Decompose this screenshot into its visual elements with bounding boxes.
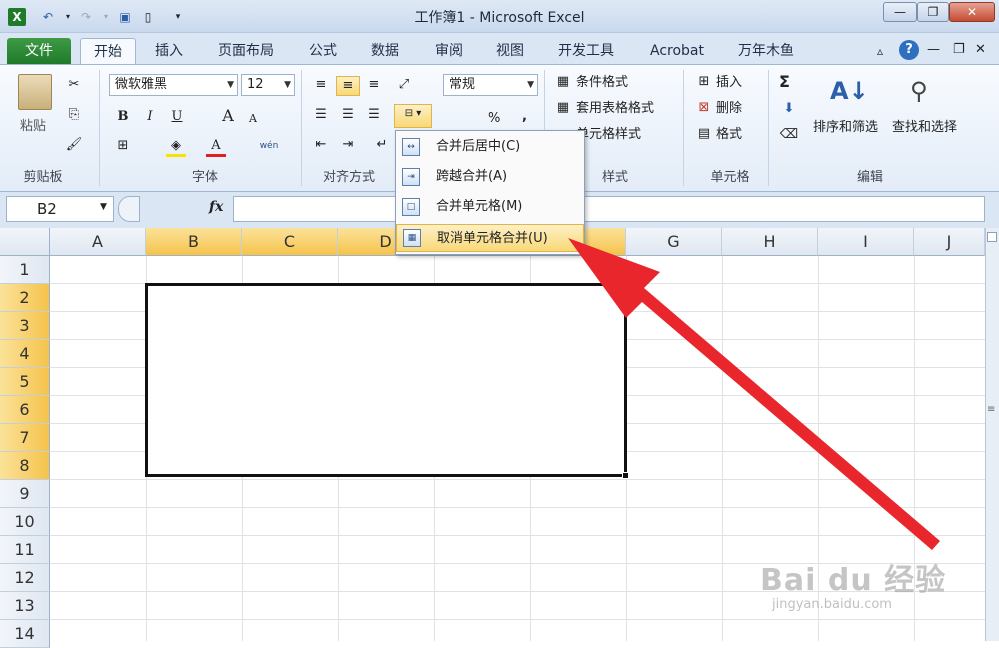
watermark-logo: Bai du 经验 bbox=[760, 563, 947, 598]
watermark-url: jingyan.baidu.com bbox=[772, 597, 892, 612]
annotation-arrow bbox=[568, 238, 940, 550]
red-arrow-icon bbox=[568, 238, 940, 550]
